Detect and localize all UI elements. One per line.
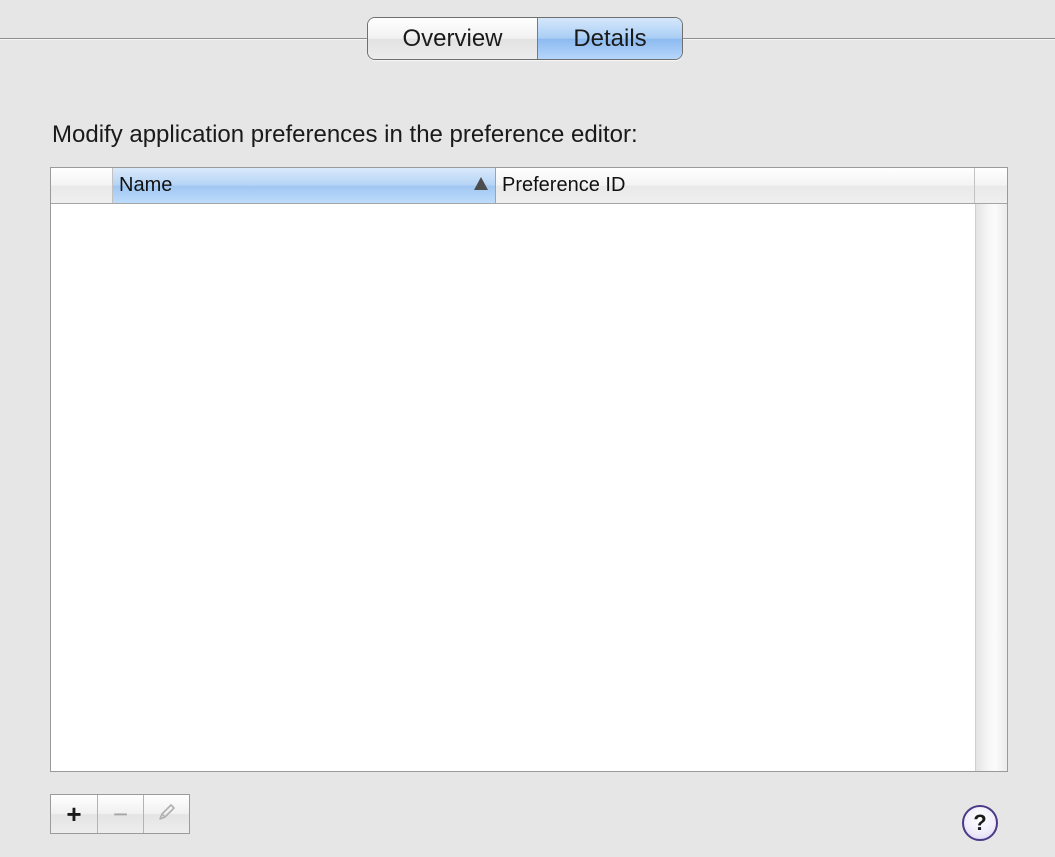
table-body[interactable]	[51, 204, 975, 771]
add-button[interactable]: +	[51, 795, 97, 833]
tab-segmented-control: Overview Details	[367, 17, 683, 60]
help-button[interactable]: ?	[962, 805, 998, 841]
tab-overview[interactable]: Overview	[368, 18, 538, 59]
minus-icon: −	[112, 798, 129, 829]
question-mark-icon: ?	[973, 810, 987, 835]
column-header-name-label: Name	[119, 174, 173, 196]
sort-ascending-icon	[474, 177, 488, 190]
table-header: Name Preference ID	[51, 168, 1007, 204]
column-header-name[interactable]: Name	[113, 168, 496, 203]
column-header-blank[interactable]	[51, 168, 113, 203]
tab-details[interactable]: Details	[538, 18, 682, 59]
pencil-icon	[156, 799, 178, 830]
details-panel: Overview Details Modify application pref…	[0, 0, 1055, 857]
edit-button[interactable]	[143, 795, 189, 833]
remove-button[interactable]: −	[97, 795, 143, 833]
table-action-buttons: + −	[50, 794, 190, 834]
column-header-preference-id-label: Preference ID	[502, 174, 626, 196]
vertical-scrollbar[interactable]	[975, 204, 1007, 771]
instruction-label: Modify application preferences in the pr…	[52, 121, 638, 148]
preferences-table[interactable]: Name Preference ID	[50, 167, 1008, 772]
plus-icon: +	[66, 798, 82, 829]
column-header-corner	[975, 168, 1007, 203]
column-header-preference-id[interactable]: Preference ID	[496, 168, 975, 203]
